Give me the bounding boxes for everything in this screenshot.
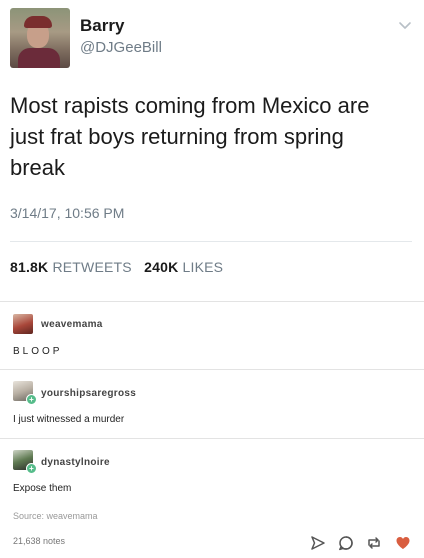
reblog-icon[interactable] [366, 535, 382, 551]
tweet-text-line: break [10, 155, 66, 180]
follow-badge-icon: + [26, 463, 37, 474]
retweets-count: 81.8K [10, 259, 49, 275]
likes-stat[interactable]: 240K LIKES [144, 259, 223, 275]
tweet-text-line: just frat boys returning from spring [10, 124, 344, 149]
follow-badge-icon: + [26, 394, 37, 405]
reblog-entry: weavemama BLOOP [0, 301, 424, 369]
reply-icon[interactable] [338, 535, 354, 551]
tweet-card: Barry @DJGeeBill Most rapists coming fro… [0, 0, 424, 300]
divider [10, 241, 412, 242]
tumblr-post: Barry @DJGeeBill Most rapists coming fro… [0, 0, 424, 558]
tweet-avatar[interactable] [10, 8, 70, 68]
avatar[interactable] [13, 314, 33, 334]
reblog-username[interactable]: dynastylnoire [41, 457, 110, 468]
reblog-text: BLOOP [13, 346, 63, 357]
likes-label: LIKES [182, 259, 224, 275]
tweet-handle[interactable]: @DJGeeBill [80, 39, 162, 56]
tweet-display-name[interactable]: Barry [80, 16, 124, 36]
reblog-entry: + yourshipsaregross I just witnessed a m… [0, 369, 424, 437]
tweet-stats: 81.8K RETWEETS 240K LIKES [10, 259, 223, 275]
post-actions [307, 535, 417, 553]
chevron-down-icon[interactable] [398, 18, 412, 32]
reblog-username[interactable]: yourshipsaregross [41, 388, 136, 399]
retweets-label: RETWEETS [52, 259, 132, 275]
post-source[interactable]: Source: weavemama [13, 511, 98, 521]
tweet-text: Most rapists coming from Mexico are just… [10, 90, 410, 183]
tweet-timestamp[interactable]: 3/14/17, 10:56 PM [10, 205, 124, 221]
reblog-text: Expose them [13, 483, 72, 494]
likes-count: 240K [144, 259, 179, 275]
notes-count[interactable]: 21,638 notes [13, 536, 65, 546]
reblog-text: I just witnessed a murder [13, 414, 125, 425]
tweet-text-line: Most rapists coming from Mexico are [10, 93, 370, 118]
retweets-stat[interactable]: 81.8K RETWEETS [10, 259, 132, 275]
share-icon[interactable] [310, 535, 326, 551]
like-icon[interactable] [395, 535, 411, 551]
reblog-username[interactable]: weavemama [41, 319, 103, 330]
